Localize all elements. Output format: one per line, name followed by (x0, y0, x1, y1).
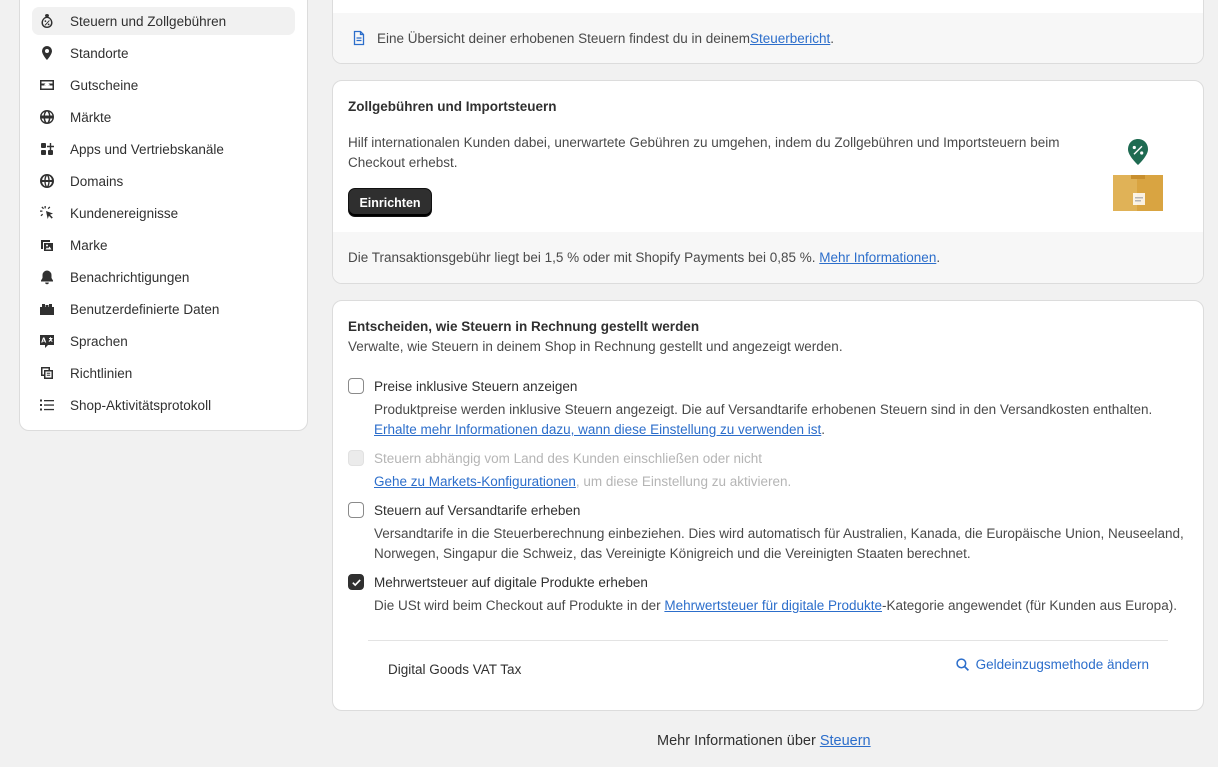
country-tax-checkbox (348, 450, 364, 466)
tax-card-subtitle: Verwalte, wie Steuern in deinem Shop in … (348, 339, 843, 354)
markets-config-link[interactable]: Gehe zu Markets-Konfigurationen (374, 474, 576, 489)
sidebar-item-notifications[interactable]: Benachrichtigungen (32, 263, 295, 291)
digital-vat-checkbox[interactable] (348, 574, 364, 590)
include-tax-more-info-link[interactable]: Erhalte mehr Informationen dazu, wann di… (374, 422, 821, 437)
sidebar-item-apps[interactable]: Apps und Vertriebskanäle (32, 135, 295, 163)
settings-sidebar: Steuern und Zollgebühren Standorte Gutsc… (19, 0, 308, 431)
tax-report-card: Eine Übersicht deiner erhobenen Steuern … (332, 0, 1204, 64)
digital-goods-vat-name: Digital Goods VAT Tax (388, 662, 522, 677)
apps-icon (38, 140, 56, 158)
policy-icon (38, 364, 56, 382)
digital-vat-help-before: Die USt wird beim Checkout auf Produkte … (374, 598, 665, 613)
sidebar-item-markets[interactable]: Märkte (32, 103, 295, 131)
option-shipping-tax[interactable]: Steuern auf Versandtarife erheben (348, 502, 580, 518)
option-country-based-tax: Steuern abhängig vom Land des Kunden ein… (348, 450, 762, 466)
gift-card-icon (38, 76, 56, 94)
document-icon (353, 30, 365, 46)
fee-more-info-link[interactable]: Mehr Informationen (819, 250, 936, 265)
digital-vat-label: Mehrwertsteuer auf digitale Produkte erh… (374, 574, 648, 590)
search-icon (955, 658, 969, 672)
shipping-tax-checkbox[interactable] (348, 502, 364, 518)
footer-text: Mehr Informationen über (657, 733, 820, 749)
shipping-tax-label: Steuern auf Versandtarife erheben (374, 502, 581, 518)
include-tax-checkbox[interactable] (348, 378, 364, 394)
sidebar-item-label: Kundenereignisse (70, 205, 179, 221)
tax-report-line: Eine Übersicht deiner erhobenen Steuern … (351, 30, 834, 46)
tax-report-text-after: . (830, 30, 835, 46)
tax-report-link[interactable]: Steuerbericht (750, 31, 830, 46)
digital-vat-help-after: -Kategorie angewendet (für Kunden aus Eu… (882, 598, 1177, 613)
divider (368, 640, 1168, 641)
footer-learn-more: Mehr Informationen über Steuern (657, 733, 871, 749)
sidebar-item-label: Gutscheine (70, 77, 139, 93)
sidebar-item-label: Richtlinien (70, 365, 133, 381)
sidebar-item-gift-cards[interactable]: Gutscheine (32, 71, 295, 99)
fee-text-after: . (936, 250, 941, 265)
digital-vat-help: Die USt wird beim Checkout auf Produkte … (374, 596, 1189, 616)
tax-card-title: Entscheiden, wie Steuern in Rechnung ges… (348, 319, 700, 334)
setup-button[interactable]: Einrichten (348, 188, 432, 217)
globe-icon (38, 172, 56, 190)
customs-box-illustration (1113, 139, 1163, 211)
option-include-tax[interactable]: Preise inklusive Steuern anzeigen (348, 378, 577, 394)
list-icon (38, 396, 56, 414)
duties-title: Zollgebühren und Importsteuern (348, 99, 557, 114)
cursor-click-icon (38, 204, 56, 222)
sidebar-item-label: Apps und Vertriebskanäle (70, 141, 224, 157)
sidebar-item-label: Märkte (70, 109, 112, 125)
option-digital-vat[interactable]: Mehrwertsteuer auf digitale Produkte erh… (348, 574, 648, 590)
metafields-icon (38, 300, 56, 318)
sidebar-item-label: Benachrichtigungen (70, 269, 190, 285)
change-collection-method-button[interactable]: Geldeinzugsmethode ändern (955, 657, 1149, 672)
brand-image-icon (38, 236, 56, 254)
change-collection-method-label: Geldeinzugsmethode ändern (975, 657, 1149, 672)
fee-text: Die Transaktionsgebühr liegt bei 1,5 % o… (348, 250, 820, 265)
sidebar-item-label: Marke (70, 237, 108, 253)
sidebar-item-taxes[interactable]: Steuern und Zollgebühren (32, 7, 295, 35)
sidebar-item-label: Sprachen (70, 333, 128, 349)
include-tax-help-text: Produktpreise werden inklusive Steuern a… (374, 402, 1153, 417)
tax-icon (38, 12, 56, 30)
location-icon (38, 44, 56, 62)
globe-market-icon (38, 108, 56, 126)
sidebar-item-label: Domains (70, 173, 124, 189)
country-tax-help: Gehe zu Markets-Konfigurationen, um dies… (374, 472, 1189, 492)
country-tax-help-after: , um diese Einstellung zu aktivieren. (575, 474, 792, 489)
sidebar-item-custom-data[interactable]: Benutzerdefinierte Daten (32, 295, 295, 323)
sidebar-item-languages[interactable]: Sprachen (32, 327, 295, 355)
tax-collection-card: Entscheiden, wie Steuern in Rechnung ges… (332, 300, 1204, 711)
shipping-tax-help: Versandtarife in die Steuerberechnung ei… (374, 526, 1184, 561)
include-tax-link-after: . (821, 422, 826, 437)
language-icon (38, 332, 56, 350)
sidebar-item-policies[interactable]: Richtlinien (32, 359, 295, 387)
sidebar-item-label: Standorte (70, 45, 129, 61)
duties-description: Hilf internationalen Kunden dabei, unerw… (348, 135, 1060, 170)
fee-line: Die Transaktionsgebühr liegt bei 1,5 % o… (348, 250, 940, 265)
sidebar-item-customer-events[interactable]: Kundenereignisse (32, 199, 295, 227)
checkmark-icon (351, 578, 361, 586)
duties-card: Zollgebühren und Importsteuern Hilf inte… (332, 80, 1204, 284)
digital-vat-category-link[interactable]: Mehrwertsteuer für digitale Produkte (664, 598, 882, 613)
bell-icon (38, 268, 56, 286)
tax-report-text: Eine Übersicht deiner erhobenen Steuern … (377, 30, 750, 46)
sidebar-item-locations[interactable]: Standorte (32, 39, 295, 67)
include-tax-label: Preise inklusive Steuern anzeigen (374, 378, 578, 394)
sidebar-item-activity-log[interactable]: Shop-Aktivitätsprotokoll (32, 391, 295, 419)
sidebar-item-label: Shop-Aktivitätsprotokoll (70, 397, 212, 413)
country-tax-label: Steuern abhängig vom Land des Kunden ein… (374, 450, 763, 466)
sidebar-item-label: Benutzerdefinierte Daten (70, 301, 220, 317)
footer-taxes-link[interactable]: Steuern (820, 733, 871, 749)
sidebar-item-brand[interactable]: Marke (32, 231, 295, 259)
sidebar-item-domains[interactable]: Domains (32, 167, 295, 195)
sidebar-item-label: Steuern und Zollgebühren (70, 13, 227, 29)
include-tax-help: Produktpreise werden inklusive Steuern a… (374, 400, 1189, 440)
